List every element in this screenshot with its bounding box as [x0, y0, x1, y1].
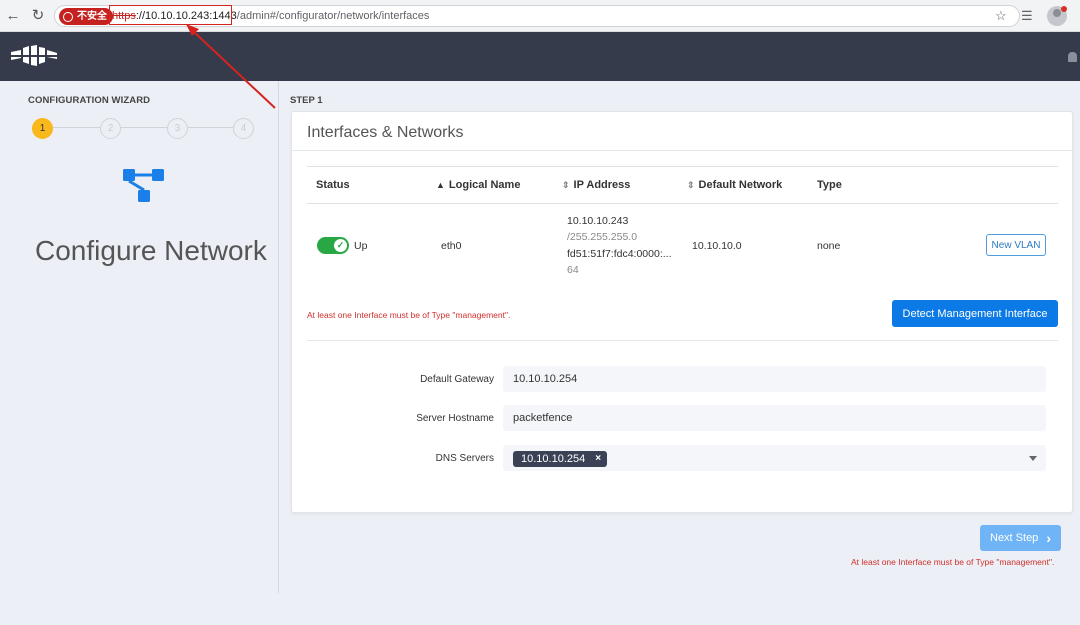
- form-divider: [307, 340, 1058, 341]
- step-label: STEP 1: [290, 95, 323, 106]
- step-connector: [120, 127, 168, 128]
- sort-icon: ⇕: [562, 180, 570, 190]
- card-title: Interfaces & Networks: [307, 124, 464, 141]
- packetfence-logo-icon[interactable]: [11, 44, 57, 68]
- interfaces-card: Interfaces & Networks Status ▲ Logical Na…: [291, 111, 1073, 513]
- footer-management-warning: At least one Interface must be of Type "…: [851, 557, 1055, 567]
- table-border: [307, 166, 1058, 167]
- check-icon: ✓: [334, 239, 347, 252]
- reload-icon[interactable]: ↻: [29, 7, 47, 25]
- dns-servers-select[interactable]: 10.10.10.254 ×: [503, 445, 1046, 471]
- new-vlan-button[interactable]: New VLAN: [986, 234, 1046, 256]
- next-step-button[interactable]: Next Step ›: [980, 525, 1061, 551]
- column-header-default-network[interactable]: ⇕ Default Network: [687, 179, 782, 191]
- bell-icon[interactable]: [1068, 52, 1077, 62]
- gateway-label: Default Gateway: [420, 374, 494, 385]
- browser-toolbar: ← ↻ 不安全 https://10.10.10.243:1443/admin#…: [0, 0, 1080, 32]
- card-divider: [292, 150, 1072, 151]
- hostname-label: Server Hostname: [416, 413, 494, 424]
- sort-icon: ⇕: [687, 180, 695, 190]
- column-header-ip-address[interactable]: ⇕ IP Address: [562, 179, 630, 191]
- column-header-logical-name[interactable]: ▲ Logical Name: [436, 179, 520, 191]
- detect-management-interface-button[interactable]: Detect Management Interface: [892, 300, 1058, 327]
- remove-tag-icon[interactable]: ×: [595, 451, 601, 467]
- favorites-list-icon[interactable]: ☰: [1021, 8, 1033, 24]
- notification-dot: [1061, 6, 1067, 12]
- interface-type: none: [817, 240, 841, 252]
- management-warning: At least one Interface must be of Type "…: [307, 310, 511, 320]
- ipv6-address: fd51:51f7:fdc4:0000:...: [567, 248, 672, 260]
- default-network: 10.10.10.0: [692, 240, 742, 252]
- dns-server-tag: 10.10.10.254 ×: [513, 451, 608, 467]
- wizard-step-2[interactable]: 2: [100, 118, 121, 139]
- security-warning-badge[interactable]: 不安全: [59, 8, 113, 25]
- step-connector: [188, 127, 233, 128]
- sort-asc-icon: ▲: [436, 180, 445, 190]
- ipv4-address: 10.10.10.243: [567, 215, 629, 227]
- address-bar[interactable]: 不安全 https://10.10.10.243:1443/admin#/con…: [54, 5, 1020, 27]
- bookmark-star-icon[interactable]: ☆: [995, 8, 1007, 24]
- logical-name: eth0: [441, 240, 462, 252]
- network-topology-icon: [123, 169, 164, 202]
- back-icon[interactable]: ←: [4, 7, 22, 25]
- column-header-status[interactable]: Status: [316, 179, 350, 191]
- wizard-title: CONFIGURATION WIZARD: [28, 95, 151, 106]
- status-text: Up: [354, 240, 368, 252]
- warning-shield-icon: [63, 11, 73, 22]
- app-header: [0, 32, 1080, 81]
- chevron-right-icon: ›: [1046, 530, 1051, 546]
- ipv4-netmask: /255.255.255.0: [567, 231, 638, 243]
- column-header-type[interactable]: Type: [817, 179, 842, 191]
- chevron-down-icon[interactable]: [1029, 456, 1037, 461]
- wizard-step-3[interactable]: 3: [167, 118, 188, 139]
- ipv6-prefix: 64: [567, 264, 579, 276]
- wizard-step-4[interactable]: 4: [233, 118, 254, 139]
- dns-label: DNS Servers: [435, 453, 494, 464]
- wizard-sidebar: CONFIGURATION WIZARD 1 2 3 4 Configure N…: [0, 81, 279, 593]
- section-title: Configure Network: [35, 235, 267, 266]
- url-path: /admin#/configurator/network/interfaces: [236, 10, 430, 22]
- gateway-input[interactable]: 10.10.10.254: [503, 366, 1046, 392]
- table-header-border: [307, 203, 1058, 204]
- url-annotation-box: [109, 5, 232, 25]
- hostname-input[interactable]: packetfence: [503, 405, 1046, 431]
- status-toggle[interactable]: ✓: [317, 237, 349, 254]
- step-connector: [53, 127, 101, 128]
- wizard-step-1[interactable]: 1: [32, 118, 53, 139]
